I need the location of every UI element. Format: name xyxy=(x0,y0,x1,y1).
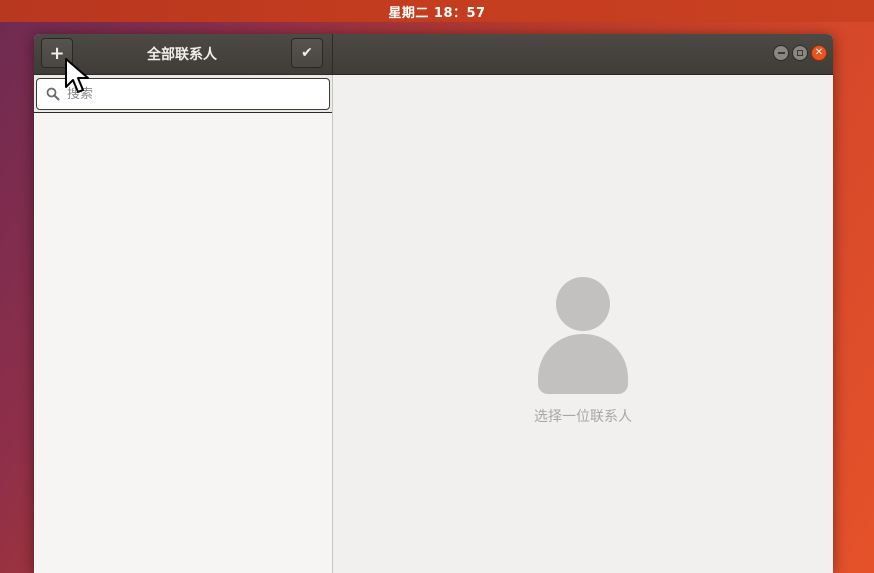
contacts-window: + 全部联系人 ✔ ✕ 搜索 选择一位联系人 xyxy=(34,34,833,573)
contacts-sidebar xyxy=(34,75,333,573)
minimize-icon xyxy=(777,52,785,54)
maximize-icon xyxy=(797,50,803,56)
clock[interactable]: 星期二 18：57 xyxy=(388,2,485,21)
checkmark-icon: ✔ xyxy=(301,45,313,61)
avatar-body xyxy=(538,334,628,394)
select-button[interactable]: ✔ xyxy=(291,38,323,68)
minimize-button[interactable] xyxy=(773,45,789,61)
person-silhouette-icon xyxy=(538,277,628,394)
plus-icon: + xyxy=(49,42,65,64)
empty-state-label: 选择一位联系人 xyxy=(534,409,632,425)
search-input[interactable] xyxy=(63,80,329,108)
close-icon: ✕ xyxy=(814,47,824,58)
search-icon xyxy=(43,84,63,104)
top-bar: 星期二 18：57 xyxy=(0,0,874,22)
window-title: 全部联系人 xyxy=(147,47,217,63)
maximize-button[interactable] xyxy=(792,45,808,61)
window-controls: ✕ xyxy=(773,45,827,61)
close-button[interactable]: ✕ xyxy=(811,45,827,61)
contact-detail-pane: 选择一位联系人 xyxy=(333,75,833,573)
avatar-head xyxy=(556,277,610,331)
empty-state: 选择一位联系人 xyxy=(528,277,638,426)
mouse-cursor-icon xyxy=(65,58,89,93)
header-bar: + 全部联系人 ✔ ✕ xyxy=(34,34,833,75)
